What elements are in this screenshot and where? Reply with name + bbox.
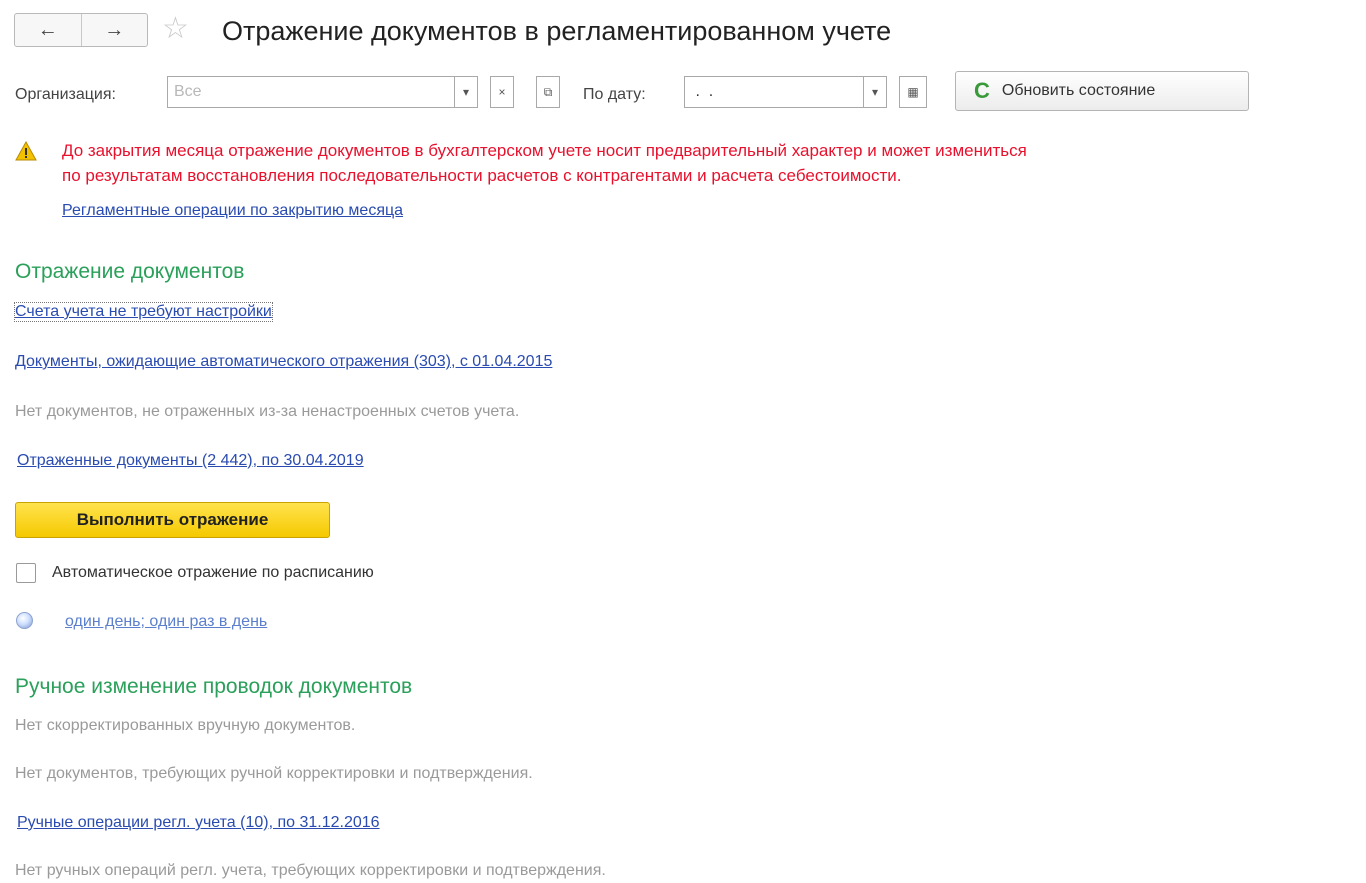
no-unreflected-text: Нет документов, не отраженных из-за нена… [15, 403, 520, 420]
execute-reflection-button[interactable]: Выполнить отражение [15, 502, 330, 538]
organization-dropdown-button[interactable]: ▾ [454, 76, 478, 108]
auto-reflection-label[interactable]: Автоматическое отражение по расписанию [52, 564, 374, 582]
reflected-documents-link[interactable]: Отраженные документы (2 442), по 30.04.2… [17, 452, 364, 470]
organization-clear-button[interactable]: × [490, 76, 514, 108]
date-field[interactable] [684, 76, 864, 108]
reflection-heading: Отражение документов [15, 260, 245, 283]
date-dropdown-button[interactable]: ▾ [863, 76, 887, 108]
refresh-button[interactable]: C Обновить состояние [955, 71, 1249, 111]
organization-label: Организация: [15, 86, 116, 103]
pending-documents-link[interactable]: Документы, ожидающие автоматического отр… [15, 353, 552, 371]
month-closing-link[interactable]: Регламентные операции по закрытию месяца [62, 202, 403, 220]
schedule-link[interactable]: один день; один раз в день [65, 613, 267, 631]
organization-field[interactable] [167, 76, 455, 108]
no-needing-correction-text: Нет документов, требующих ручной коррект… [15, 765, 533, 782]
warning-line-1: До закрытия месяца отражение документов … [62, 141, 1027, 160]
organization-input[interactable] [168, 77, 454, 107]
warning-message: До закрытия месяца отражение документов … [62, 138, 1027, 188]
manual-heading: Ручное изменение проводок документов [15, 675, 413, 698]
schedule-icon [16, 612, 33, 629]
refresh-label: Обновить состояние [1001, 82, 1156, 99]
forward-button[interactable]: → [80, 14, 148, 46]
chevron-down-icon: ▾ [871, 85, 879, 99]
warning-line-2: по результатам восстановления последоват… [62, 166, 902, 185]
accounts-settings-link[interactable]: Счета учета не требуют настройки [14, 302, 273, 322]
auto-reflection-checkbox[interactable] [16, 563, 36, 583]
calendar-button[interactable]: ▦ [899, 76, 927, 108]
clear-icon: × [498, 85, 506, 99]
back-button[interactable]: ← [15, 14, 81, 46]
navigation-group: ← → [14, 13, 148, 47]
no-manual-ops-text: Нет ручных операций регл. учета, требующ… [15, 862, 606, 879]
organization-open-button[interactable]: ⧉ [536, 76, 560, 108]
no-corrected-text: Нет скорректированных вручную документов… [15, 717, 356, 734]
page-title: Отражение документов в регламентированно… [222, 16, 892, 46]
calendar-icon: ▦ [907, 85, 919, 99]
chevron-down-icon: ▾ [462, 85, 470, 99]
open-icon: ⧉ [543, 84, 553, 99]
date-label: По дату: [583, 86, 646, 103]
arrow-left-icon: ← [37, 18, 58, 41]
manual-operations-link[interactable]: Ручные операции регл. учета (10), по 31.… [17, 814, 380, 832]
arrow-right-icon: → [104, 18, 125, 41]
date-input[interactable] [685, 77, 863, 107]
favorite-star-icon[interactable]: ☆ [162, 14, 189, 44]
warning-icon [15, 141, 37, 161]
refresh-icon: C [974, 78, 990, 103]
